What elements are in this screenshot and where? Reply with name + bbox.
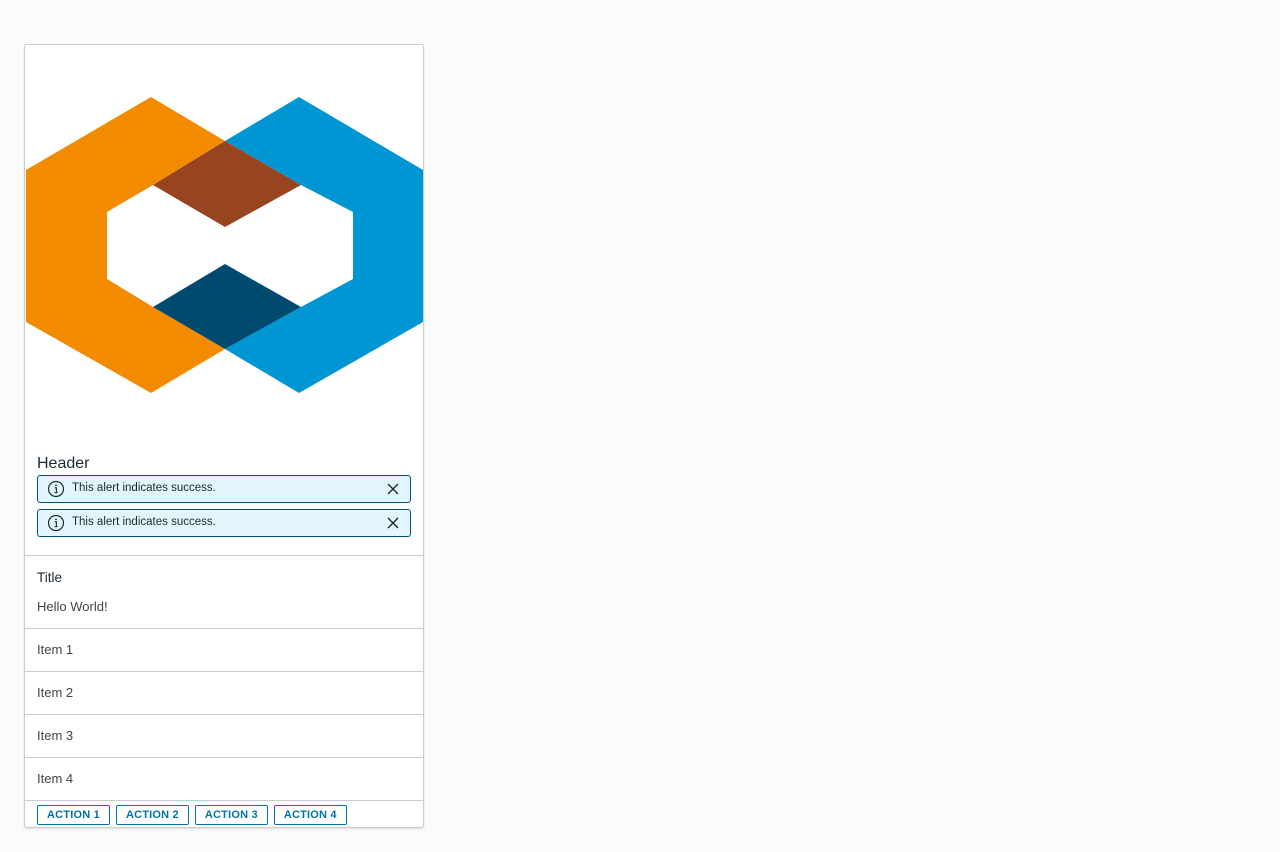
close-icon[interactable] <box>386 482 400 496</box>
list-item-label: Item 3 <box>37 728 74 743</box>
close-icon[interactable] <box>386 516 400 530</box>
action-2-button[interactable]: ACTION 2 <box>115 805 189 825</box>
list-item[interactable]: Item 2 <box>25 671 423 713</box>
alert-success: This alert indicates success. <box>37 509 411 537</box>
list-item-label: Item 2 <box>37 685 74 700</box>
action-4-button[interactable]: ACTION 4 <box>273 805 347 825</box>
alert-text: This alert indicates success. <box>72 482 216 494</box>
alert-text: This alert indicates success. <box>72 516 216 528</box>
info-circle-icon <box>47 514 65 532</box>
card-block-text: Hello World! <box>37 599 108 614</box>
list-item[interactable]: Item 3 <box>25 714 423 756</box>
card-media <box>25 45 423 445</box>
info-circle-icon <box>47 480 65 498</box>
divider <box>25 800 423 801</box>
card-footer-actions: ACTION 1 ACTION 2 ACTION 3 ACTION 4 <box>37 805 347 825</box>
list-item-label: Item 1 <box>37 642 74 657</box>
list-item[interactable]: Item 1 <box>25 628 423 670</box>
action-3-button[interactable]: ACTION 3 <box>194 805 268 825</box>
alert-success: This alert indicates success. <box>37 475 411 503</box>
divider <box>25 555 423 556</box>
action-1-button[interactable]: ACTION 1 <box>37 805 110 825</box>
list-item-label: Item 4 <box>37 771 74 786</box>
card: Header This alert indicates success. Thi… <box>24 44 424 828</box>
list-item[interactable]: Item 4 <box>25 757 423 799</box>
card-header: Header <box>37 455 90 472</box>
card-block-title: Title <box>37 570 63 585</box>
hexagon-logo-icon <box>26 97 423 393</box>
